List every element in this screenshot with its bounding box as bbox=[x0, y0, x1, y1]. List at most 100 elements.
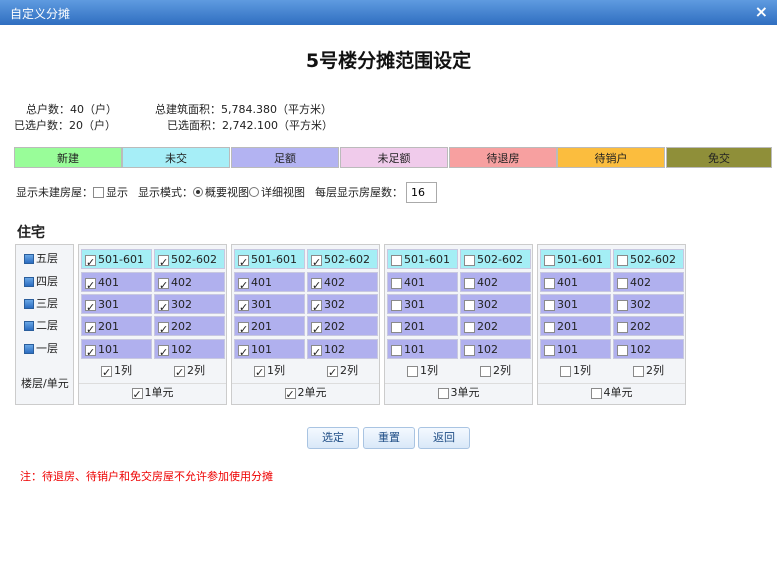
room-cell[interactable]: 502-602 bbox=[460, 249, 531, 269]
room-cell[interactable]: 402 bbox=[154, 272, 225, 296]
room-cell[interactable]: 401 bbox=[81, 272, 152, 296]
column-checkbox[interactable] bbox=[327, 364, 338, 381]
unit-checkbox[interactable] bbox=[590, 387, 602, 399]
room-cell[interactable]: 401 bbox=[387, 272, 458, 292]
floor-3[interactable]: 三层 bbox=[24, 294, 58, 314]
unit-toggle[interactable]: 2单元 bbox=[232, 383, 379, 404]
unit-checkbox[interactable] bbox=[284, 386, 296, 404]
room-cell[interactable]: 501-601 bbox=[540, 249, 611, 269]
room-checkbox[interactable] bbox=[85, 298, 96, 318]
detail-view-radio[interactable] bbox=[249, 187, 259, 197]
room-checkbox[interactable] bbox=[85, 276, 96, 296]
room-cell[interactable]: 301 bbox=[387, 294, 458, 314]
room-checkbox[interactable] bbox=[311, 320, 322, 340]
column-checkbox[interactable] bbox=[174, 364, 185, 381]
room-checkbox[interactable] bbox=[158, 320, 169, 340]
unit-checkbox[interactable] bbox=[437, 387, 449, 399]
room-cell[interactable]: 302 bbox=[307, 294, 378, 318]
room-cell[interactable]: 102 bbox=[613, 339, 684, 359]
room-cell[interactable]: 401 bbox=[540, 272, 611, 292]
room-cell[interactable]: 402 bbox=[307, 272, 378, 296]
room-cell[interactable]: 201 bbox=[387, 316, 458, 336]
room-checkbox[interactable] bbox=[391, 277, 402, 289]
room-cell[interactable]: 102 bbox=[307, 339, 378, 363]
floor-1[interactable]: 一层 bbox=[24, 339, 58, 359]
per-floor-input[interactable] bbox=[406, 181, 437, 203]
room-cell[interactable]: 402 bbox=[460, 272, 531, 292]
room-cell[interactable]: 501-601 bbox=[81, 249, 152, 273]
floor-5[interactable]: 五层 bbox=[24, 249, 58, 269]
room-checkbox[interactable] bbox=[464, 299, 475, 311]
room-checkbox[interactable] bbox=[85, 320, 96, 340]
room-checkbox[interactable] bbox=[617, 254, 628, 266]
summary-view-radio[interactable] bbox=[193, 187, 203, 197]
column-toggle[interactable]: 2列 bbox=[460, 362, 531, 379]
room-cell[interactable]: 402 bbox=[613, 272, 684, 292]
column-checkbox[interactable] bbox=[633, 365, 644, 377]
close-icon[interactable]: × bbox=[755, 2, 768, 21]
show-unbuilt-checkbox[interactable] bbox=[93, 186, 104, 198]
room-checkbox[interactable] bbox=[238, 253, 249, 273]
unit-toggle[interactable]: 3单元 bbox=[385, 383, 532, 401]
room-checkbox[interactable] bbox=[158, 253, 169, 273]
room-checkbox[interactable] bbox=[464, 344, 475, 356]
reset-button[interactable]: 重置 bbox=[363, 427, 415, 449]
room-checkbox[interactable] bbox=[391, 299, 402, 311]
room-cell[interactable]: 302 bbox=[460, 294, 531, 314]
room-cell[interactable]: 302 bbox=[154, 294, 225, 318]
room-checkbox[interactable] bbox=[544, 254, 555, 266]
column-toggle[interactable]: 2列 bbox=[613, 362, 684, 379]
room-checkbox[interactable] bbox=[544, 299, 555, 311]
select-button[interactable]: 选定 bbox=[307, 427, 359, 449]
room-cell[interactable]: 102 bbox=[460, 339, 531, 359]
back-button[interactable]: 返回 bbox=[418, 427, 470, 449]
room-checkbox[interactable] bbox=[391, 321, 402, 333]
column-toggle[interactable]: 1列 bbox=[540, 362, 611, 379]
room-checkbox[interactable] bbox=[617, 344, 628, 356]
room-checkbox[interactable] bbox=[311, 276, 322, 296]
room-checkbox[interactable] bbox=[464, 321, 475, 333]
room-cell[interactable]: 502-602 bbox=[307, 249, 378, 273]
column-toggle[interactable]: 1列 bbox=[234, 362, 305, 381]
room-checkbox[interactable] bbox=[617, 299, 628, 311]
room-checkbox[interactable] bbox=[85, 343, 96, 363]
room-checkbox[interactable] bbox=[391, 254, 402, 266]
room-cell[interactable]: 301 bbox=[540, 294, 611, 314]
room-cell[interactable]: 102 bbox=[154, 339, 225, 363]
room-cell[interactable]: 302 bbox=[613, 294, 684, 314]
room-cell[interactable]: 101 bbox=[387, 339, 458, 359]
unit-toggle[interactable]: 1单元 bbox=[79, 383, 226, 404]
room-cell[interactable]: 501-601 bbox=[234, 249, 305, 273]
room-checkbox[interactable] bbox=[238, 343, 249, 363]
room-cell[interactable]: 502-602 bbox=[613, 249, 684, 269]
column-checkbox[interactable] bbox=[101, 364, 112, 381]
room-cell[interactable]: 201 bbox=[540, 316, 611, 336]
room-checkbox[interactable] bbox=[617, 277, 628, 289]
room-cell[interactable]: 202 bbox=[613, 316, 684, 336]
column-checkbox[interactable] bbox=[480, 365, 491, 377]
room-cell[interactable]: 101 bbox=[540, 339, 611, 359]
room-checkbox[interactable] bbox=[238, 276, 249, 296]
room-checkbox[interactable] bbox=[311, 343, 322, 363]
column-checkbox[interactable] bbox=[560, 365, 571, 377]
unit-checkbox[interactable] bbox=[131, 386, 143, 404]
floor-2[interactable]: 二层 bbox=[24, 316, 58, 336]
room-cell[interactable]: 202 bbox=[154, 316, 225, 340]
room-checkbox[interactable] bbox=[544, 321, 555, 333]
room-checkbox[interactable] bbox=[544, 277, 555, 289]
room-checkbox[interactable] bbox=[158, 343, 169, 363]
room-checkbox[interactable] bbox=[238, 320, 249, 340]
room-cell[interactable]: 202 bbox=[460, 316, 531, 336]
column-toggle[interactable]: 1列 bbox=[81, 362, 152, 381]
room-checkbox[interactable] bbox=[464, 254, 475, 266]
room-checkbox[interactable] bbox=[158, 298, 169, 318]
room-checkbox[interactable] bbox=[311, 253, 322, 273]
room-checkbox[interactable] bbox=[238, 298, 249, 318]
floor-4[interactable]: 四层 bbox=[24, 272, 58, 292]
room-cell[interactable]: 301 bbox=[81, 294, 152, 318]
room-checkbox[interactable] bbox=[617, 321, 628, 333]
room-checkbox[interactable] bbox=[464, 277, 475, 289]
room-cell[interactable]: 202 bbox=[307, 316, 378, 340]
room-cell[interactable]: 101 bbox=[81, 339, 152, 363]
room-cell[interactable]: 401 bbox=[234, 272, 305, 296]
